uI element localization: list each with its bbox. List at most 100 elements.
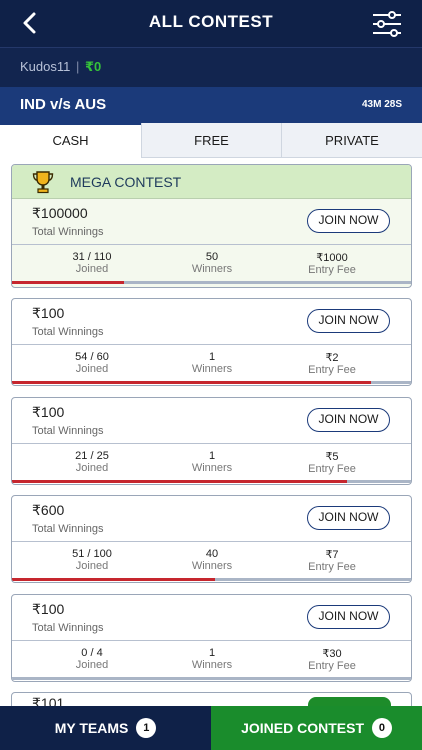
contest-stats: 31 / 110 Joined 50 Winners ₹1000 Entry F… xyxy=(12,244,411,281)
joined-stat: 54 / 60 Joined xyxy=(32,351,152,375)
winners-stat: 40 Winners xyxy=(152,548,272,572)
joined-label: Joined xyxy=(75,659,109,671)
entry-fee-label: Entry Fee xyxy=(308,660,356,672)
contest-stats: 21 / 25 Joined 1 Winners ₹5 Entry Fee xyxy=(12,443,411,480)
join-now-button[interactable]: JOIN NOW xyxy=(307,605,390,629)
prize-amount: ₹100000 xyxy=(32,205,88,221)
separator: | xyxy=(75,59,80,74)
username: Kudos11 xyxy=(20,59,71,74)
tab-cash[interactable]: CASH xyxy=(0,123,141,158)
wallet-balance: ₹0 xyxy=(85,59,102,74)
entry-fee-stat: ₹1000 Entry Fee xyxy=(272,251,392,276)
my-teams-button[interactable]: MY TEAMS 1 xyxy=(0,706,211,750)
winners-count: 40 xyxy=(205,548,219,560)
prize-amount: ₹100 xyxy=(32,404,65,420)
joined-count: 54 / 60 xyxy=(75,351,109,363)
my-teams-label: MY TEAMS xyxy=(54,720,129,736)
tab-free[interactable]: FREE xyxy=(141,123,281,158)
user-summary: Kudos11 | ₹0 xyxy=(20,59,101,75)
contest-prize-row: ₹100 Total Winnings JOIN NOW xyxy=(12,595,411,640)
winners-count: 50 xyxy=(205,251,219,263)
fill-progress-bar xyxy=(12,381,411,384)
mega-contest-header: MEGA CONTEST xyxy=(12,165,411,199)
entry-fee: ₹7 xyxy=(325,549,339,561)
joined-count: 31 / 110 xyxy=(72,251,112,263)
winners-stat: 50 Winners xyxy=(152,251,272,275)
fill-progress-bar xyxy=(12,480,411,483)
entry-fee: ₹1000 xyxy=(316,252,348,264)
contest-stats: 54 / 60 Joined 1 Winners ₹2 Entry Fee xyxy=(12,344,411,381)
winners-count: 1 xyxy=(208,647,216,659)
contest-card[interactable]: ₹100 Total Winnings JOIN NOW 21 / 25 Joi… xyxy=(11,397,412,485)
winners-label: Winners xyxy=(191,363,233,375)
contest-prize-row: ₹100000 Total Winnings JOIN NOW xyxy=(12,199,411,244)
joined-label: Joined xyxy=(75,560,109,572)
contest-list[interactable]: MEGA CONTEST ₹100000 Total Winnings JOIN… xyxy=(0,158,422,706)
entry-fee-stat: ₹7 Entry Fee xyxy=(272,548,392,573)
contest-card-mega[interactable]: MEGA CONTEST ₹100000 Total Winnings JOIN… xyxy=(11,164,412,288)
entry-fee: ₹2 xyxy=(325,352,339,364)
tab-private[interactable]: PRIVATE xyxy=(281,123,422,158)
joined-count: 21 / 25 xyxy=(75,450,109,462)
joined-count: 0 / 4 xyxy=(81,647,103,659)
prize-amount: ₹600 xyxy=(32,502,65,518)
joined-stat: 31 / 110 Joined xyxy=(32,251,152,275)
filter-button[interactable] xyxy=(372,10,402,38)
joined-stat: 21 / 25 Joined xyxy=(32,450,152,474)
match-bar: IND v/s AUS 43M 28S xyxy=(0,87,422,123)
contest-prize-row: ₹100 Total Winnings JOIN NOW xyxy=(12,299,411,344)
contest-card-partial[interactable]: ₹101 xyxy=(11,692,412,706)
entry-fee-label: Entry Fee xyxy=(308,561,356,573)
joined-count: 51 / 100 xyxy=(72,548,112,560)
my-teams-count-badge: 1 xyxy=(136,718,157,739)
fill-progress-bar xyxy=(12,677,411,680)
entry-fee-stat: ₹2 Entry Fee xyxy=(272,351,392,376)
winners-count: 1 xyxy=(208,351,216,363)
winners-label: Winners xyxy=(191,659,233,671)
contest-card[interactable]: ₹600 Total Winnings JOIN NOW 51 / 100 Jo… xyxy=(11,495,412,583)
contest-card[interactable]: ₹100 Total Winnings JOIN NOW 0 / 4 Joine… xyxy=(11,594,412,682)
join-now-button[interactable]: JOIN NOW xyxy=(307,408,390,432)
contest-prize-row: ₹100 Total Winnings JOIN NOW xyxy=(12,398,411,443)
prize-amount: ₹100 xyxy=(32,305,65,321)
joined-contest-button[interactable]: JOINED CONTEST 0 xyxy=(211,706,422,750)
contest-card[interactable]: ₹100 Total Winnings JOIN NOW 54 / 60 Joi… xyxy=(11,298,412,386)
winners-count: 1 xyxy=(208,450,216,462)
bottom-bar: MY TEAMS 1 JOINED CONTEST 0 xyxy=(0,706,422,750)
winners-label: Winners xyxy=(191,263,233,275)
join-now-button[interactable]: JOIN NOW xyxy=(307,209,390,233)
entry-fee-label: Entry Fee xyxy=(308,364,356,376)
winners-label: Winners xyxy=(191,560,233,572)
match-name: IND v/s AUS xyxy=(20,96,107,113)
progress-fill xyxy=(12,281,124,284)
prize-label: Total Winnings xyxy=(32,523,104,535)
progress-fill xyxy=(12,381,372,384)
joined-stat: 51 / 100 Joined xyxy=(32,548,152,572)
prize-label: Total Winnings xyxy=(32,326,104,338)
winners-stat: 1 Winners xyxy=(152,647,272,671)
contest-prize-row: ₹600 Total Winnings JOIN NOW xyxy=(12,496,411,541)
join-now-button[interactable]: JOIN NOW xyxy=(307,506,390,530)
entry-fee: ₹5 xyxy=(325,451,339,463)
winners-stat: 1 Winners xyxy=(152,450,272,474)
user-bar: Kudos11 | ₹0 xyxy=(0,47,422,87)
join-now-button[interactable] xyxy=(308,697,391,706)
trophy-icon xyxy=(32,171,54,194)
winners-stat: 1 Winners xyxy=(152,351,272,375)
entry-fee-label: Entry Fee xyxy=(308,463,356,475)
fill-progress-bar xyxy=(12,281,411,284)
prize-label: Total Winnings xyxy=(32,425,104,437)
app-header: ALL CONTEST xyxy=(0,0,422,47)
join-now-button[interactable]: JOIN NOW xyxy=(307,309,390,333)
filter-sliders-icon xyxy=(373,11,401,37)
entry-fee-label: Entry Fee xyxy=(308,264,356,276)
contest-stats: 0 / 4 Joined 1 Winners ₹30 Entry Fee xyxy=(12,640,411,677)
entry-fee-stat: ₹5 Entry Fee xyxy=(272,450,392,475)
joined-label: Joined xyxy=(75,363,109,375)
prize-amount: ₹100 xyxy=(32,601,65,617)
progress-fill xyxy=(12,578,216,581)
winners-label: Winners xyxy=(191,462,233,474)
entry-fee-stat: ₹30 Entry Fee xyxy=(272,647,392,672)
joined-stat: 0 / 4 Joined xyxy=(32,647,152,671)
joined-label: Joined xyxy=(75,263,109,275)
